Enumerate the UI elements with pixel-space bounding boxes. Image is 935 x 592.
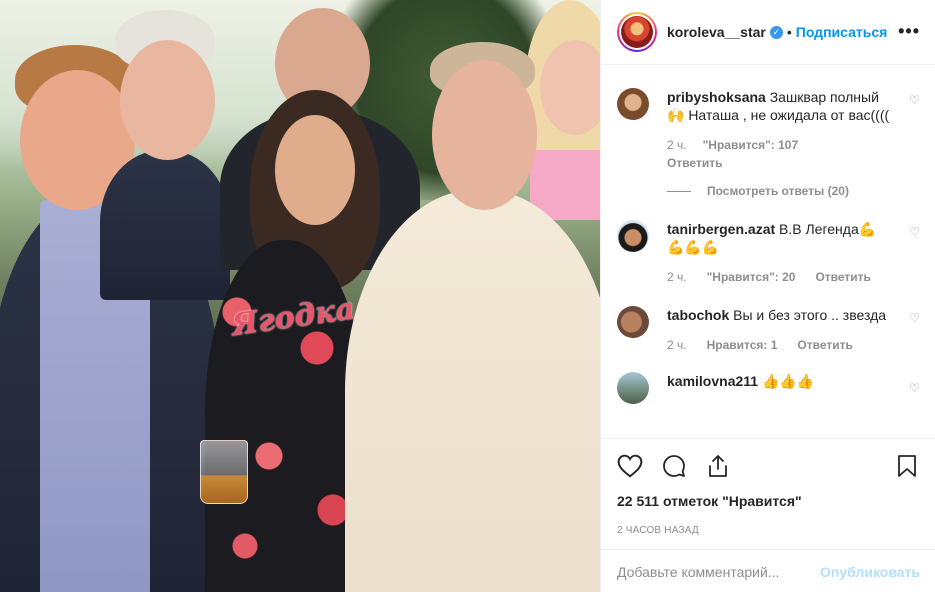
comment-username[interactable]: pribyshoksana — [667, 89, 766, 105]
view-replies-button[interactable]: Посмотреть ответы (20) — [667, 184, 920, 198]
person-sweater-body — [345, 190, 600, 592]
comment-input[interactable] — [617, 563, 821, 580]
whiskey-glass — [200, 440, 248, 504]
comment-like-heart-icon[interactable]: ♡ — [909, 226, 920, 238]
add-comment-bar: Опубликовать — [601, 549, 935, 592]
replies-line — [667, 190, 691, 192]
comment-likes[interactable]: Нравится: 1 — [707, 338, 778, 352]
post-photo[interactable]: Ягодка — [0, 0, 600, 592]
comment-reply-button[interactable]: Ответить — [797, 338, 852, 352]
share-icon[interactable] — [705, 453, 731, 479]
comment-item: pribyshoksana Зашквар полный 🙌 Наташа , … — [617, 88, 920, 170]
comment-like-heart-icon[interactable]: ♡ — [909, 382, 920, 394]
comment-likes[interactable]: "Нравится": 107 — [703, 138, 799, 152]
comment-time[interactable]: 2 ч. — [667, 338, 687, 352]
comment-meta: 2 ч. "Нравится": 20 Ответить — [667, 270, 890, 284]
comment-text-block: tanirbergen.azat В.В Легенда💪💪💪💪 — [667, 220, 890, 256]
comment-bubble-icon[interactable] — [661, 453, 687, 479]
comment-username[interactable]: tanirbergen.azat — [667, 221, 775, 237]
comment-text: Вы и без этого .. звезда — [733, 307, 887, 323]
person-backleft-body — [100, 150, 230, 300]
action-icons-row — [617, 439, 920, 493]
post-timestamp[interactable]: 2 ЧАСОВ НАЗАД — [617, 525, 920, 536]
verified-badge-icon: ✓ — [769, 25, 783, 39]
commenter-avatar[interactable] — [617, 88, 649, 120]
likes-count[interactable]: 22 511 отметок "Нравится" — [617, 493, 920, 509]
author-avatar[interactable] — [617, 12, 657, 52]
commenter-avatar[interactable] — [617, 372, 649, 404]
comment-time[interactable]: 2 ч. — [667, 138, 687, 152]
comment-username[interactable]: kamilovna211 — [667, 373, 758, 389]
instagram-post: Ягодка koroleva__star ✓ • Подписаться ••… — [0, 0, 935, 592]
comments-list[interactable]: pribyshoksana Зашквар полный 🙌 Наташа , … — [601, 66, 935, 438]
bookmark-icon[interactable] — [894, 453, 920, 479]
comment-text: 👍👍👍 — [761, 373, 815, 389]
comment-reply-button[interactable]: Ответить — [815, 270, 870, 284]
post-header: koroleva__star ✓ • Подписаться ••• — [601, 0, 935, 65]
comment-username[interactable]: tabochok — [667, 307, 729, 323]
commenter-avatar[interactable] — [617, 220, 649, 252]
view-replies-label: Посмотреть ответы (20) — [707, 184, 849, 198]
comment-meta: 2 ч. "Нравится": 107 — [667, 138, 890, 152]
comment-text-block: pribyshoksana Зашквар полный 🙌 Наташа , … — [667, 88, 890, 124]
comment-likes[interactable]: "Нравится": 20 — [707, 270, 796, 284]
comment-text-block: tabochok Вы и без этого .. звезда — [667, 306, 886, 324]
comment-item: tabochok Вы и без этого .. звезда 2 ч. Н… — [617, 306, 920, 352]
person-backleft-head — [120, 40, 215, 160]
avatar-inner-ring — [619, 14, 655, 50]
follow-button[interactable]: Подписаться — [796, 24, 888, 40]
comment-like-heart-icon[interactable]: ♡ — [909, 94, 920, 106]
comment-reply-button[interactable]: Ответить — [667, 156, 890, 170]
post-sidebar: koroleva__star ✓ • Подписаться ••• priby… — [600, 0, 935, 592]
publish-button[interactable]: Опубликовать — [820, 564, 920, 580]
post-actions: 22 511 отметок "Нравится" 2 ЧАСОВ НАЗАД … — [601, 438, 935, 592]
commenter-avatar[interactable] — [617, 306, 649, 338]
comment-item: kamilovna211 👍👍👍 ♡ — [617, 372, 920, 404]
person-sweater-head — [432, 60, 537, 210]
header-separator: • — [786, 24, 792, 40]
like-heart-icon[interactable] — [617, 453, 643, 479]
comment-item: tanirbergen.azat В.В Легенда💪💪💪💪 2 ч. "Н… — [617, 220, 920, 284]
comment-like-heart-icon[interactable]: ♡ — [909, 312, 920, 324]
person-woman-head — [275, 115, 355, 225]
author-avatar-image — [621, 16, 653, 48]
author-username[interactable]: koroleva__star — [667, 24, 766, 40]
more-options-icon[interactable]: ••• — [898, 22, 920, 40]
comment-meta: 2 ч. Нравится: 1 Ответить — [667, 338, 886, 352]
comment-text-block: kamilovna211 👍👍👍 — [667, 372, 814, 390]
comment-time[interactable]: 2 ч. — [667, 270, 687, 284]
